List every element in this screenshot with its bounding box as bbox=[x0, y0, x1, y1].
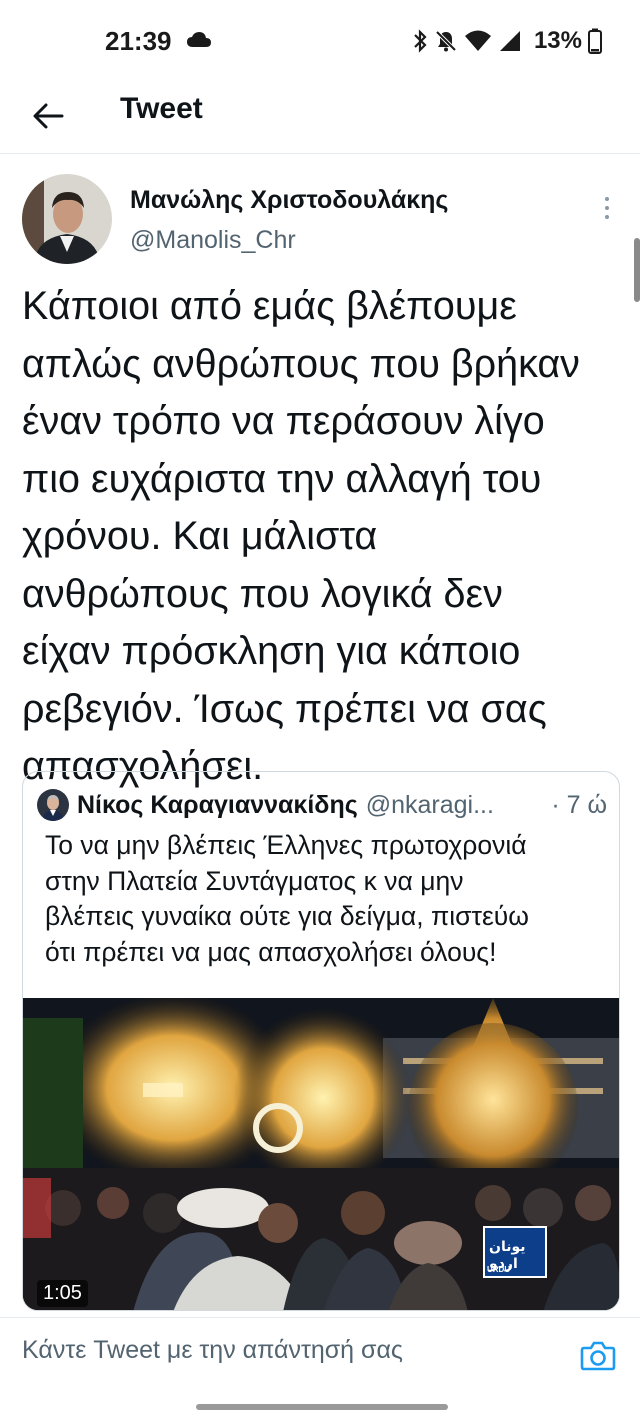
author-name[interactable]: Μανώλης Χριστοδουλάκης bbox=[130, 186, 448, 215]
quoted-author-avatar bbox=[37, 789, 69, 821]
battery-icon bbox=[588, 28, 602, 54]
video-duration: 1:05 bbox=[37, 1280, 88, 1307]
bell-off-icon bbox=[435, 30, 457, 52]
more-options-button[interactable] bbox=[592, 188, 622, 228]
channel-logo: یونان اردو URDU bbox=[483, 1226, 547, 1278]
gesture-nav-handle[interactable] bbox=[196, 1404, 448, 1410]
bluetooth-icon bbox=[414, 29, 427, 53]
status-time: 21:39 bbox=[105, 26, 172, 56]
tweet-text: Κάποιοι από εμάς βλέπουμε απλώς ανθρώπου… bbox=[22, 284, 580, 788]
arrow-left-icon bbox=[33, 103, 64, 129]
channel-logo-subtext: URDU bbox=[487, 1265, 511, 1274]
more-vertical-icon bbox=[605, 197, 609, 201]
camera-icon bbox=[580, 1341, 616, 1371]
quoted-tweet-header: Νίκος Καραγιαννακίδης @nkaragi... · 7 ώ bbox=[37, 788, 607, 822]
scrollbar-thumb[interactable] bbox=[634, 238, 640, 302]
page-title: Tweet bbox=[120, 92, 203, 125]
quoted-author-handle: @nkaragi... bbox=[365, 790, 494, 819]
wifi-icon bbox=[464, 30, 491, 51]
quoted-tweet-card[interactable]: Νίκος Καραγιαννακίδης @nkaragi... · 7 ώ … bbox=[22, 771, 620, 1311]
status-bar: 21:39 13% bbox=[0, 0, 640, 80]
reply-input[interactable]: Κάντε Tweet με την απάντησή σας bbox=[22, 1336, 403, 1365]
author-avatar[interactable] bbox=[22, 174, 112, 264]
app-header: Tweet bbox=[0, 80, 640, 154]
battery-percentage: 13% bbox=[533, 27, 582, 54]
status-icons: 13% bbox=[412, 26, 602, 56]
video-player[interactable]: یونان اردو URDU 1:05 bbox=[23, 998, 619, 1310]
camera-button[interactable] bbox=[580, 1338, 616, 1374]
author-handle[interactable]: @Manolis_Chr bbox=[130, 226, 296, 255]
quoted-author-name: Νίκος Καραγιαννακίδης bbox=[77, 790, 358, 819]
quoted-tweet-text: Το να μην βλέπεις Έλληνες πρωτοχρονιά στ… bbox=[45, 830, 529, 967]
quoted-tweet-time: · 7 ώ bbox=[551, 790, 607, 819]
more-dot bbox=[605, 215, 609, 219]
signal-icon bbox=[499, 31, 520, 51]
more-dot bbox=[605, 206, 609, 210]
avatar-image bbox=[22, 174, 112, 264]
quoted-avatar-image bbox=[37, 789, 69, 821]
back-button[interactable] bbox=[26, 94, 70, 138]
cloud-icon bbox=[187, 32, 211, 47]
reply-bar: Κάντε Tweet με την απάντησή σας bbox=[0, 1317, 640, 1422]
